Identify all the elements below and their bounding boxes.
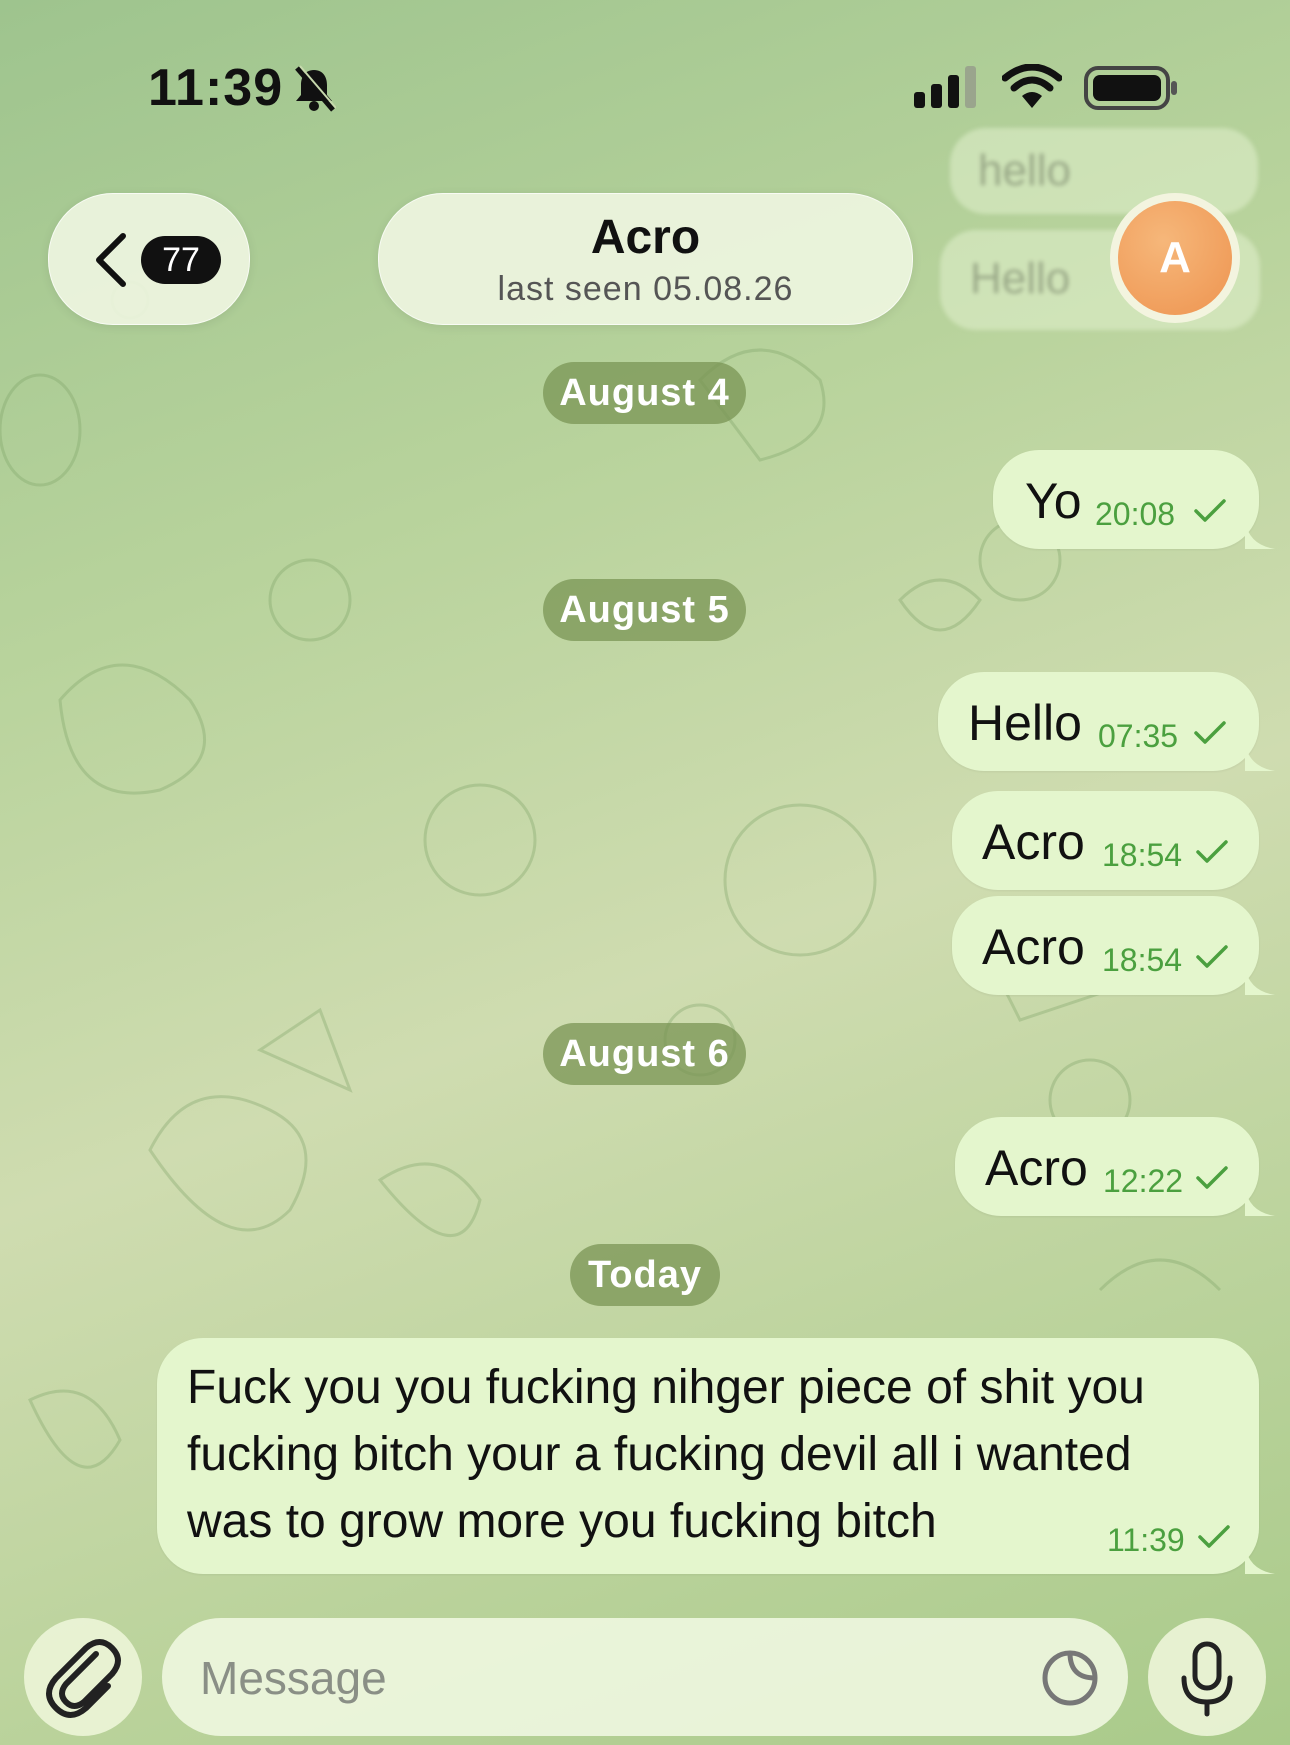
chat-title-button[interactable]: Acro last seen 05.08.26 <box>378 193 913 325</box>
bubble-tail <box>1245 521 1275 549</box>
attach-button[interactable] <box>24 1618 142 1736</box>
date-separator: August 5 <box>543 579 746 641</box>
ghost-message: hello <box>950 128 1258 214</box>
date-separator: August 6 <box>543 1023 746 1085</box>
unread-count-badge: 77 <box>141 236 221 284</box>
status-time: 11:39 <box>148 59 284 117</box>
outgoing-message[interactable]: Hello 07:35 <box>938 672 1275 771</box>
message-text: Acro <box>982 919 1085 975</box>
outgoing-message[interactable]: Acro 18:54 <box>952 896 1275 995</box>
message-text: Hello <box>968 695 1082 751</box>
sent-check-icon <box>1196 840 1228 863</box>
voice-message-button[interactable] <box>1148 1618 1266 1736</box>
bubble-tail <box>1245 1188 1275 1216</box>
date-separator: August 4 <box>543 362 746 424</box>
message-composer <box>162 1618 1128 1736</box>
bubble-tail <box>1245 1546 1275 1574</box>
avatar-letter: A <box>1118 201 1232 315</box>
paperclip-icon <box>46 1639 121 1718</box>
message-input[interactable] <box>198 1644 982 1712</box>
sent-check-icon <box>1196 1166 1228 1189</box>
wifi-icon <box>1002 64 1062 108</box>
sent-check-icon <box>1194 499 1226 522</box>
last-seen-status: last seen 05.08.26 <box>497 270 794 308</box>
back-button[interactable]: 77 <box>48 193 250 325</box>
battery-icon <box>1084 66 1177 110</box>
bubble-tail <box>1245 967 1275 995</box>
message-time: 07:35 <box>1098 718 1179 754</box>
sent-check-icon <box>1194 721 1226 744</box>
message-time: 18:54 <box>1102 837 1183 873</box>
message-text: Acro <box>982 814 1085 870</box>
message-text: Fuck you you fucking nihger piece of shi… <box>187 1361 1145 1548</box>
sticker-icon[interactable] <box>1040 1648 1100 1708</box>
message-text: Yo <box>1025 473 1082 529</box>
bubble-tail <box>1245 743 1275 771</box>
chevron-left-icon <box>96 233 126 287</box>
status-bar: 11:39 <box>0 0 1290 120</box>
outgoing-message[interactable]: Acro 18:54 <box>952 791 1259 890</box>
sent-check-icon <box>1196 945 1228 968</box>
message-time: 20:08 <box>1095 496 1176 532</box>
message-text: Acro <box>985 1140 1088 1196</box>
message-time: 18:54 <box>1102 942 1183 978</box>
outgoing-message[interactable]: Fuck you you fucking nihger piece of shi… <box>157 1338 1275 1574</box>
outgoing-message[interactable]: Yo 20:08 <box>993 450 1275 549</box>
outgoing-message[interactable]: Acro 12:22 <box>955 1117 1275 1216</box>
date-separator: Today <box>570 1244 720 1306</box>
message-time: 11:39 <box>1107 1522 1185 1558</box>
microphone-icon <box>1181 1641 1233 1717</box>
sent-check-icon <box>1198 1525 1230 1548</box>
chat-name: Acro <box>590 211 701 264</box>
message-time: 12:22 <box>1103 1163 1184 1199</box>
bell-muted-icon <box>295 65 336 112</box>
avatar[interactable]: A <box>1110 193 1240 323</box>
cellular-signal-icon <box>914 66 976 108</box>
